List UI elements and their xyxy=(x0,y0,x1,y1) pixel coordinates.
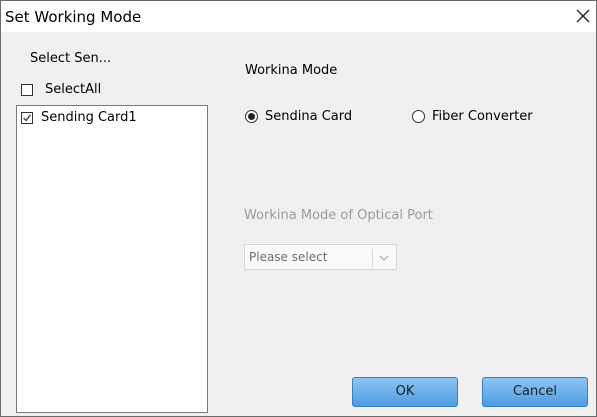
dialog-window: Set Working Mode Select Sen... SelectAll… xyxy=(0,0,597,417)
window-title: Set Working Mode xyxy=(5,8,142,26)
checkbox-box[interactable] xyxy=(21,112,33,124)
close-icon[interactable] xyxy=(574,7,592,25)
select-value: Please select xyxy=(249,250,328,264)
select-divider xyxy=(372,249,373,267)
optical-port-mode-label: Workina Mode of Optical Port xyxy=(244,208,433,223)
title-bar[interactable]: Set Working Mode xyxy=(1,1,596,32)
checkbox-box[interactable] xyxy=(21,84,33,96)
radio-indicator[interactable] xyxy=(245,110,258,123)
select-all-label: SelectAll xyxy=(45,82,102,97)
radio-indicator[interactable] xyxy=(412,110,425,123)
working-mode-label: Workina Mode xyxy=(245,63,338,78)
cancel-button[interactable]: Cancel xyxy=(482,377,588,407)
chevron-down-icon[interactable] xyxy=(378,252,390,264)
sending-card-list[interactable]: Sending Card1 xyxy=(16,105,208,413)
select-sender-label: Select Sen... xyxy=(30,51,112,66)
radio-label: Fiber Converter xyxy=(432,109,533,124)
optical-port-mode-select[interactable]: Please select xyxy=(244,244,397,270)
ok-button[interactable]: OK xyxy=(352,377,458,407)
check-icon xyxy=(23,114,31,122)
radio-label: Sendina Card xyxy=(265,109,353,124)
list-item-label: Sending Card1 xyxy=(41,110,137,125)
